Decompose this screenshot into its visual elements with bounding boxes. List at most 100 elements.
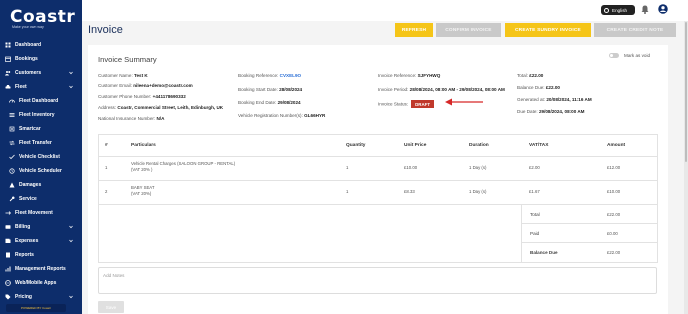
invoice-ref-value: SJFYHWQ	[417, 73, 441, 78]
create-credit-note-button[interactable]: CREATE CREDIT NOTE	[594, 23, 676, 37]
sidebar-item-fleet-transfer[interactable]: Fleet Transfer	[0, 136, 82, 150]
sidebar-item-label: Web/Mobile Apps	[15, 280, 57, 286]
wallet-icon	[5, 238, 11, 244]
totals-divider	[521, 205, 522, 224]
sidebar-item-billing[interactable]: Billing	[0, 220, 82, 234]
totals-divider	[521, 243, 522, 262]
balance-due-label: Balance Due:	[517, 85, 545, 90]
row-quantity: 1	[346, 189, 349, 194]
generated-at-field: Generated at: 20/08/2024, 11:16 AM	[517, 97, 592, 102]
logo[interactable]: Coastr Make your own way	[0, 0, 82, 38]
check-icon	[9, 154, 15, 160]
row-amount: £10.00	[607, 189, 621, 194]
status-badge: DRAFT	[411, 100, 435, 108]
chart-icon	[5, 266, 11, 272]
gauge-icon	[9, 98, 15, 104]
page-header: Invoice REFRESH CONFIRM INVOICE CREATE S…	[82, 21, 688, 41]
sidebar-item-management-reports[interactable]: Management Reports	[0, 262, 82, 276]
sidebar-item-customers[interactable]: Customers	[0, 66, 82, 80]
mark-void-toggle[interactable]	[609, 53, 619, 58]
total-label: Total:	[517, 73, 528, 78]
customer-phone-value: +441178690332	[152, 94, 186, 99]
sidebar-item-label: Customers	[15, 70, 42, 76]
customer-email-field: Customer Email: nileena+demo@coastr.com	[98, 83, 193, 88]
sidebar-item-smartcar[interactable]: Smartcar	[0, 122, 82, 136]
booking-ref-link[interactable]: CVXEL9O	[280, 73, 301, 78]
card-icon	[5, 224, 11, 230]
create-sundry-invoice-button[interactable]: CREATE SUNDRY INVOICE	[505, 23, 591, 37]
list-icon	[9, 112, 15, 118]
page-scrollbar[interactable]	[684, 21, 688, 314]
sidebar-item-fleet-movement[interactable]: Fleet Movement	[0, 206, 82, 220]
refresh-button[interactable]: REFRESH	[395, 23, 433, 37]
sidebar-item-label: Expenses	[15, 238, 39, 244]
sidebar-item-fleet[interactable]: Fleet	[0, 80, 82, 94]
totals-divider	[521, 224, 522, 243]
sidebar-item-damages[interactable]: Damages	[0, 178, 82, 192]
paid-row: Paid £0.00	[99, 224, 657, 243]
row-number: 1	[105, 165, 108, 170]
sidebar-item-service[interactable]: Service	[0, 192, 82, 206]
chevron-down-icon	[69, 85, 73, 89]
notes-input[interactable]: Add Notes	[98, 267, 657, 294]
sidebar-item-web-mobile-apps[interactable]: Web/Mobile Apps	[0, 276, 82, 290]
bell-icon[interactable]	[641, 5, 649, 14]
chip-icon	[9, 126, 15, 132]
sidebar-item-label: Fleet Dashboard	[19, 98, 59, 104]
arrows-icon	[5, 210, 11, 216]
language-button[interactable]: English	[601, 5, 635, 15]
table-header: # Particulars Quantity Unit Price Durati…	[99, 135, 657, 157]
language-label: English	[612, 7, 628, 13]
vrn-label: Vehicle Registration Number(s):	[238, 113, 303, 118]
chevron-down-icon	[69, 295, 73, 299]
sidebar-item-label: Fleet Movement	[15, 210, 53, 216]
due-date-field: Due Date: 29/08/2024, 08:00 AM	[517, 109, 585, 114]
wrench-icon	[9, 196, 15, 202]
balance-due-field: Balance Due: £22.00	[517, 85, 560, 90]
paid-row-value: £0.00	[607, 231, 618, 236]
car-icon	[5, 84, 11, 90]
col-vat: VAT/TAX	[529, 143, 549, 148]
row-particulars: BABY SEAT (VAT 20%)	[131, 185, 154, 196]
top-bar: English	[82, 0, 688, 21]
row-unit-price: £10.00	[404, 165, 418, 170]
powered-by-badge: POWERED BY Coastr	[6, 304, 66, 312]
sidebar-item-vehicle-scheduler[interactable]: Vehicle Scheduler	[0, 164, 82, 178]
booking-end-label: Booking End Date:	[238, 100, 277, 105]
sidebar-item-vehicle-checklist[interactable]: Vehicle Checklist	[0, 150, 82, 164]
sidebar-item-pricing[interactable]: Pricing	[0, 290, 82, 304]
save-button[interactable]: Save	[98, 301, 124, 313]
invoice-ref-label: Invoice Reference:	[378, 73, 417, 78]
address-label: Address:	[98, 105, 117, 110]
col-quantity: Quantity	[346, 143, 366, 148]
sidebar-item-reports[interactable]: Reports	[0, 248, 82, 262]
confirm-invoice-button[interactable]: CONFIRM INVOICE	[436, 23, 501, 37]
vrn-field: Vehicle Registration Number(s): GL66HYR	[238, 113, 325, 118]
scrollbar-thumb[interactable]	[685, 22, 687, 162]
invoice-period-label: Invoice Period:	[378, 87, 409, 92]
sidebar-item-label: Service	[19, 196, 37, 202]
sidebar-item-expenses[interactable]: Expenses	[0, 234, 82, 248]
chevron-down-icon	[69, 239, 73, 243]
sidebar-item-label: Dashboard	[15, 42, 42, 48]
address-value: Coastr, Commercial Street, Leith, Edinbu…	[117, 105, 224, 110]
balance-due-row: Balance Due £22.00	[99, 243, 657, 262]
ni-value: N/A	[156, 116, 165, 121]
chevron-down-icon	[69, 71, 73, 75]
sidebar-item-dashboard[interactable]: Dashboard	[0, 38, 82, 52]
sidebar-item-label: Damages	[19, 182, 42, 188]
customer-name-value: Test K	[134, 73, 148, 78]
invoice-period-field: Invoice Period: 28/08/2024, 08:00 AM - 2…	[378, 87, 505, 92]
sidebar-item-fleet-dashboard[interactable]: Fleet Dashboard	[0, 94, 82, 108]
invoice-status-label: Invoice Status:	[378, 101, 409, 107]
balance-due-row-value: £22.00	[607, 250, 621, 255]
sidebar-item-fleet-inventory[interactable]: Fleet Inventory	[0, 108, 82, 122]
sidebar-item-label: Billing	[15, 224, 31, 230]
ni-field: National Insurance Number: N/A	[98, 116, 164, 121]
invoice-summary-title: Invoice Summary	[98, 55, 157, 64]
user-avatar-icon[interactable]	[658, 4, 668, 14]
sidebar-item-bookings[interactable]: Bookings	[0, 52, 82, 66]
invoice-status-field: Invoice Status: DRAFT	[378, 100, 435, 108]
row-amount: £12.00	[607, 165, 621, 170]
customer-name-field: Customer Name: Test K	[98, 73, 148, 78]
